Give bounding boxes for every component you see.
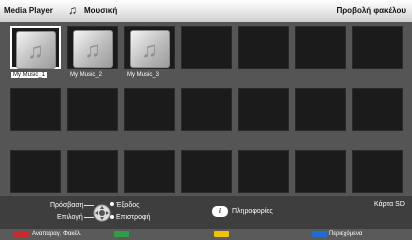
empty-slot[interactable]: [238, 150, 289, 193]
select-connector: [84, 217, 94, 218]
music-thumbnail-icon: ♫: [129, 30, 170, 68]
empty-slot[interactable]: [238, 26, 289, 69]
media-grid: ♫ My Music_1 ♫ My Music_2 ♫ My Music_3: [10, 26, 404, 193]
remote-navigation-icon: [93, 204, 111, 222]
music-thumbnail-icon: ♫: [15, 31, 56, 69]
red-key-label: Αναπαραγ. Φακέλ.: [32, 231, 82, 237]
music-item[interactable]: ♫ My Music_1: [10, 26, 61, 78]
empty-slot[interactable]: [352, 26, 403, 69]
empty-slot[interactable]: [352, 88, 403, 131]
music-item-label: My Music_3: [127, 72, 160, 78]
access-label: Πρόσβαση: [50, 202, 84, 209]
section-title: Μουσική: [84, 6, 118, 15]
empty-slot[interactable]: [124, 150, 175, 193]
empty-slot[interactable]: [67, 88, 118, 131]
view-mode-label: Προβολή φακέλου: [336, 6, 406, 15]
empty-slot[interactable]: [295, 26, 346, 69]
music-item-label: My Music_2: [70, 72, 103, 78]
info-button[interactable]: i: [212, 206, 228, 217]
info-label: Πληροφορίες: [232, 208, 273, 215]
music-note-icon: ♫: [84, 37, 101, 62]
empty-slot[interactable]: [10, 88, 61, 131]
back-label: Επιστροφή: [116, 214, 151, 221]
exit-label: Έξοδος: [116, 202, 140, 209]
music-item[interactable]: ♫ My Music_3: [124, 26, 175, 78]
empty-slot[interactable]: [181, 88, 232, 131]
blue-key-label: Περιεχόμενα: [329, 231, 363, 237]
yellow-key-icon[interactable]: [214, 231, 229, 237]
exit-dot-icon: [110, 202, 114, 206]
footer-bar: Πρόσβαση Επιλογή Έξοδος Επιστροφή i Πληρ…: [0, 196, 412, 230]
empty-slot[interactable]: [124, 88, 175, 131]
empty-slot[interactable]: [181, 26, 232, 69]
green-key-icon[interactable]: [114, 231, 129, 237]
empty-slot[interactable]: [181, 150, 232, 193]
media-player-screen: Media Player ♫ Μουσική Προβολή φακέλου ♫…: [0, 0, 412, 240]
empty-slot[interactable]: [295, 150, 346, 193]
red-key-icon[interactable]: [14, 231, 29, 237]
empty-slot[interactable]: [295, 88, 346, 131]
music-note-icon: ♫: [141, 37, 158, 62]
select-label: Επιλογή: [57, 214, 83, 221]
access-connector: [84, 205, 94, 206]
app-title: Media Player: [4, 6, 53, 15]
back-dot-icon: [110, 215, 114, 219]
sd-card-label: Κάρτα SD: [374, 201, 405, 208]
empty-slot[interactable]: [352, 150, 403, 193]
music-thumbnail-icon: ♫: [72, 30, 113, 68]
music-note-icon: ♫: [68, 3, 77, 17]
music-item-label: My Music_1: [11, 72, 48, 78]
music-note-icon: ♫: [27, 38, 44, 63]
music-item[interactable]: ♫ My Music_2: [67, 26, 118, 78]
blue-key-icon[interactable]: [312, 231, 327, 237]
header-bar: Media Player ♫ Μουσική Προβολή φακέλου: [0, 0, 412, 22]
empty-slot[interactable]: [238, 88, 289, 131]
empty-slot[interactable]: [10, 150, 61, 193]
empty-slot[interactable]: [67, 150, 118, 193]
color-key-bar: Αναπαραγ. Φακέλ. Περιεχόμενα: [0, 229, 412, 240]
